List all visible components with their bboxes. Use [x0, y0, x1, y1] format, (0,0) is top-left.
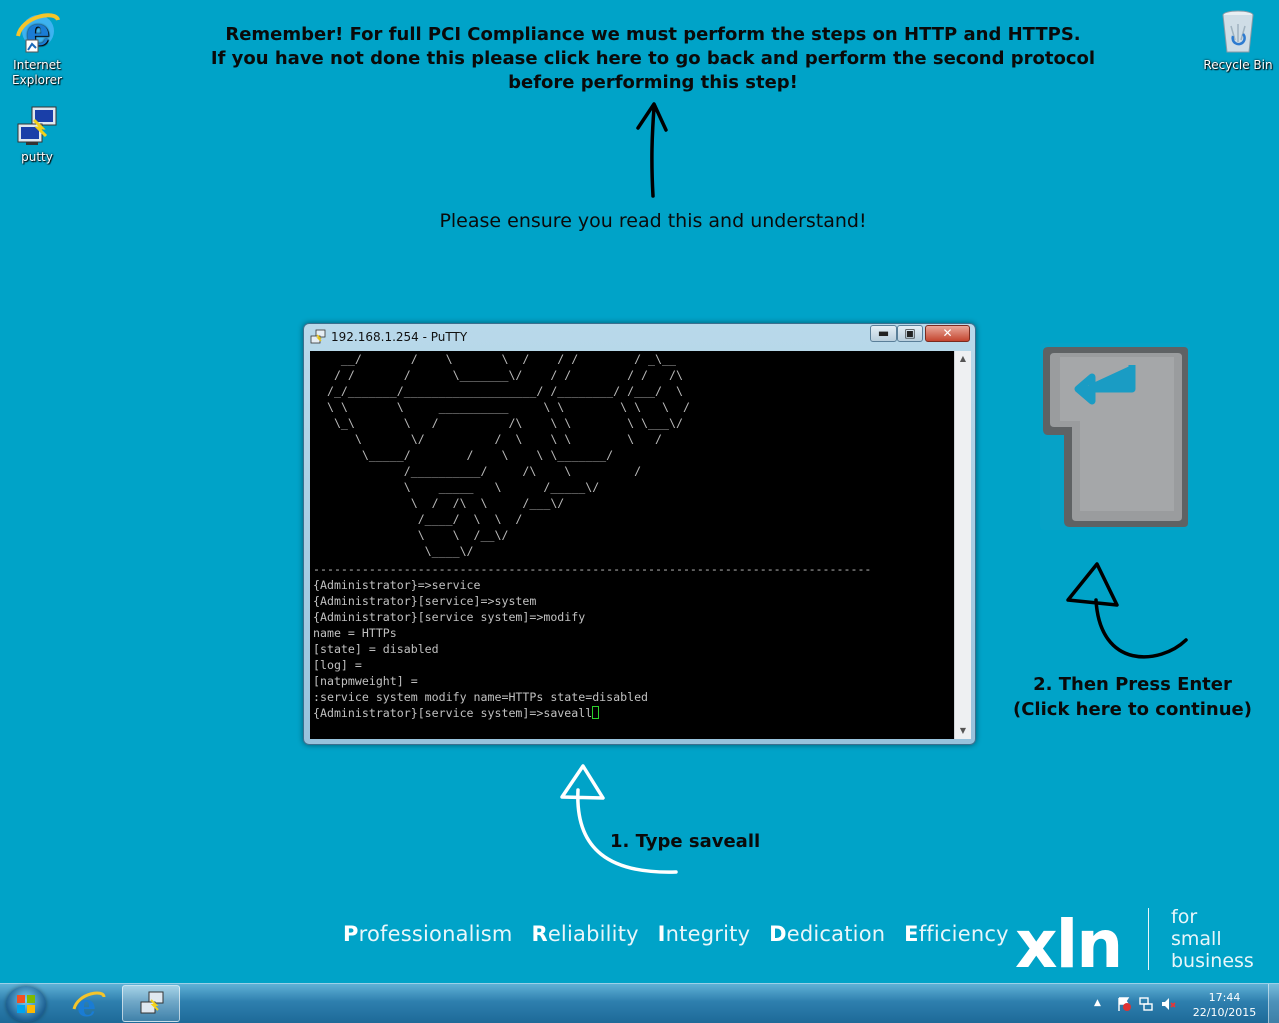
taskbar-putty[interactable] [122, 985, 180, 1022]
ascii-art-line: \ / /\ \ /___\/ [313, 496, 565, 510]
terminal-line: :service system modify name=HTTPs state=… [313, 690, 649, 704]
putty-icon [140, 991, 164, 1014]
terminal-line: {Administrator}=>service [313, 578, 481, 592]
logo-divider [1148, 908, 1149, 970]
close-button[interactable]: ✕ [925, 325, 970, 342]
xln-logo: xln [1015, 906, 1123, 983]
ascii-art-line: /____/ \ \ / [313, 512, 523, 526]
scroll-up-arrow-icon[interactable]: ▲ [955, 351, 971, 367]
value-word: Professionalism [343, 922, 513, 946]
terminal-area[interactable]: __/ / \ \ / / / / _\__ / / / \_______\/ … [310, 351, 954, 739]
minimize-button[interactable]: ▬ [870, 325, 897, 342]
terminal-line: [natpmweight] = [313, 674, 418, 688]
terminal-output: ----------------------------------------… [310, 561, 954, 721]
clock-time: 17:44 [1208, 991, 1241, 1004]
taskbar-clock[interactable]: 17:44 22/10/2015 [1187, 990, 1262, 1020]
value-word: Integrity [657, 922, 751, 946]
terminal-prompt-line[interactable]: {Administrator}[service system]=>saveall [313, 705, 954, 721]
action-center-flag-icon[interactable] [1116, 996, 1132, 1012]
windows-logo-icon [17, 995, 35, 1013]
tagline-line: small [1171, 928, 1222, 950]
internet-explorer-icon: e [72, 989, 106, 1023]
value-word: Efficiency [904, 922, 1009, 946]
terminal-line: [state] = disabled [313, 642, 439, 656]
ascii-art-line: \_\ \ / /\ \ \ \ \___\/ [313, 416, 683, 430]
value-word: Reliability [531, 922, 639, 946]
start-button[interactable] [6, 986, 46, 1022]
terminal-line: {Administrator}[service system]=>modify [313, 610, 586, 624]
step1-instruction: 1. Type saveall [610, 831, 761, 852]
ascii-art-line: \ \ /__\/ [313, 528, 509, 542]
tagline-line: for [1171, 906, 1198, 928]
taskbar-internet-explorer[interactable]: e [60, 985, 118, 1023]
putty-icon [310, 329, 326, 344]
terminal-line: {Administrator}[service]=>system [313, 594, 537, 608]
terminal-prompt[interactable]: {Administrator}[service system]=>saveall [313, 706, 592, 720]
ascii-art-line: / / / \_______\/ / / / / /\ [313, 368, 683, 382]
continue-link[interactable]: (Click here to continue) [1010, 697, 1255, 722]
maximize-button[interactable]: ▣ [897, 325, 923, 342]
putty-title: 192.168.1.254 - PuTTY [331, 330, 468, 344]
taskbar: e ▲ 17:44 22/10/2015 [0, 983, 1279, 1023]
curved-arrow-step1-icon [560, 764, 678, 874]
terminal-cursor [592, 706, 600, 719]
logo-tagline: for small business [1171, 906, 1254, 972]
show-hidden-icons-icon[interactable]: ▲ [1094, 998, 1101, 1008]
system-tray: ▲ [1090, 984, 1185, 1023]
terminal-line: name = HTTPs [313, 626, 397, 640]
ascii-art-line: __/ / \ \ / / / / _\__ [313, 352, 676, 366]
curved-arrow-step2-icon [1066, 562, 1188, 659]
ascii-art-line: \ \ \ __________ \ \ \ \ \ / [313, 400, 690, 414]
terminal-separator: ----------------------------------------… [313, 562, 872, 576]
tagline-line: business [1171, 950, 1254, 972]
step2-label: 2. Then Press Enter [1033, 674, 1232, 695]
show-desktop-button[interactable] [1268, 984, 1279, 1023]
ascii-art-line: \____\/ [313, 544, 474, 558]
ascii-art-line: \ \/ / \ \ \ \ / [313, 432, 663, 446]
value-word: Dedication [769, 922, 886, 946]
ascii-art-line: /_/_______/___________________/ /_______… [313, 384, 683, 398]
volume-muted-icon[interactable] [1160, 996, 1176, 1012]
ascii-art-line: \ _____ \ /_____\/ [313, 480, 600, 494]
putty-window[interactable]: 192.168.1.254 - PuTTY ▬ ▣ ✕ __/ / \ \ / … [303, 323, 976, 745]
terminal-line: [log] = [313, 658, 362, 672]
ascii-art-logo: __/ / \ \ / / / / _\__ / / / \_______\/ … [310, 351, 954, 559]
ascii-art-line: \_____/ / \ \ \_______/ [313, 448, 614, 462]
company-values: Professionalism Reliability Integrity De… [343, 922, 1021, 946]
ascii-art-line: /__________/ /\ \ / [313, 464, 642, 478]
putty-titlebar[interactable]: 192.168.1.254 - PuTTY ▬ ▣ ✕ [304, 324, 975, 350]
scroll-down-arrow-icon[interactable]: ▼ [955, 723, 971, 739]
terminal-scrollbar[interactable]: ▲ ▼ [954, 351, 971, 739]
step2-instruction[interactable]: 2. Then Press Enter (Click here to conti… [1010, 672, 1255, 722]
network-icon[interactable] [1138, 996, 1154, 1012]
clock-date: 22/10/2015 [1192, 1006, 1257, 1019]
up-arrow-icon [636, 102, 668, 198]
enter-key-button[interactable] [1040, 343, 1190, 530]
